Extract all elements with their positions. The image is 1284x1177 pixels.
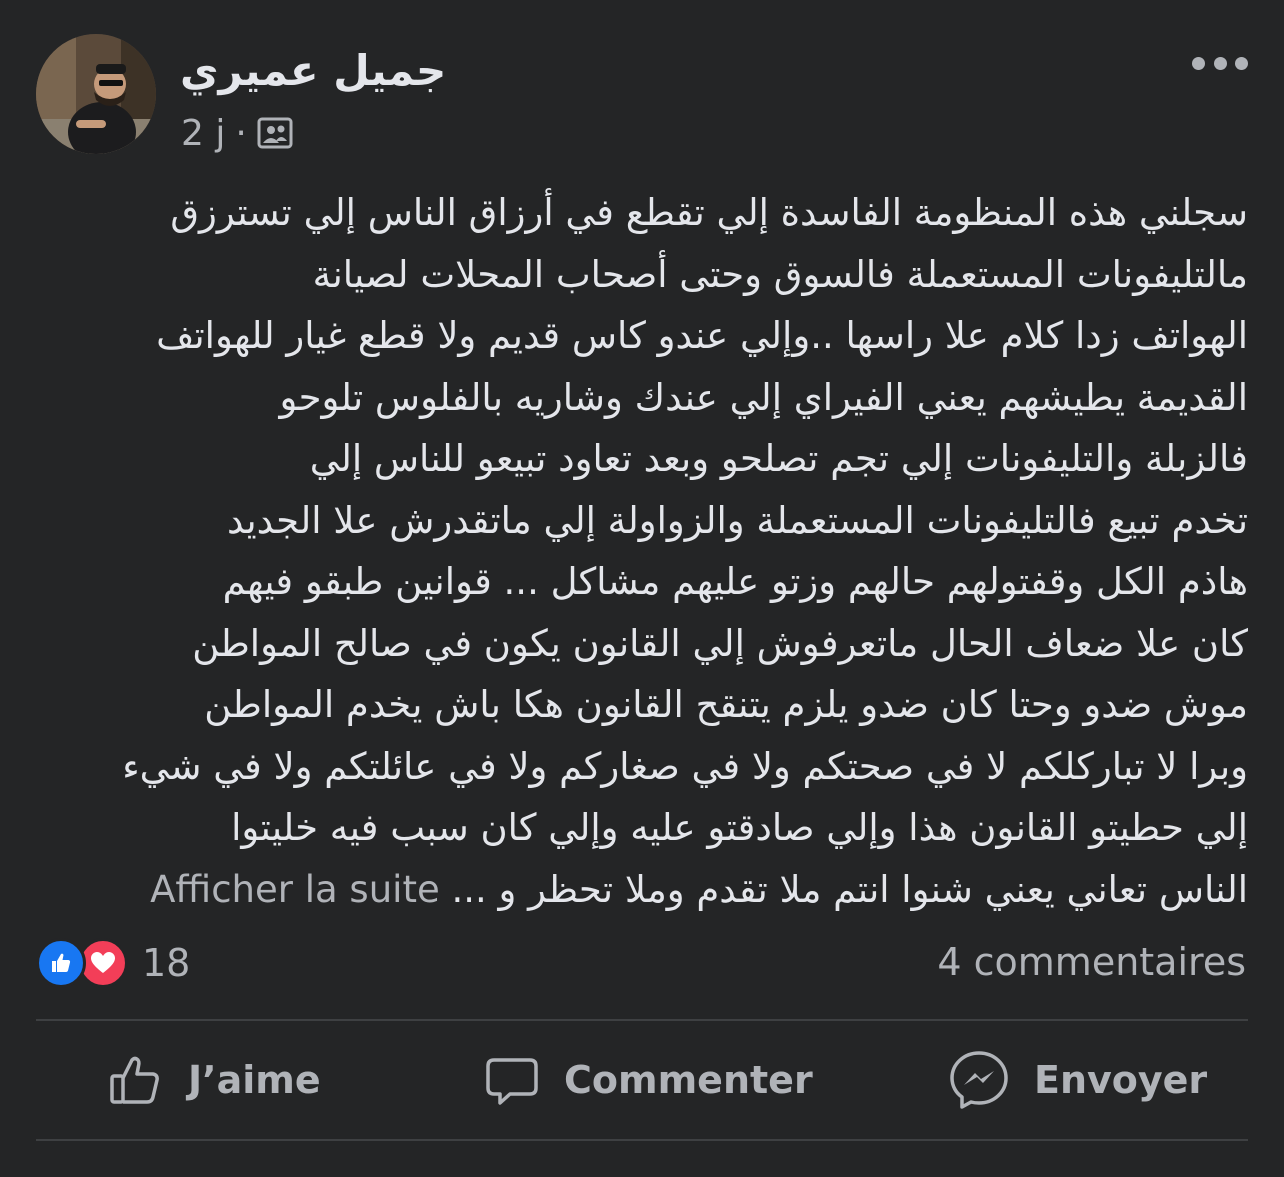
messenger-icon (950, 1051, 1008, 1109)
post-text-line: مالتليفونات المستعملة فالسوق وحتى أصحاب … (312, 252, 1248, 296)
author-name[interactable]: جميل عميري (180, 46, 446, 95)
send-button[interactable]: Envoyer (948, 1021, 1207, 1139)
comments-count-link[interactable]: 4 commentaires (937, 940, 1246, 984)
dot-icon (1192, 56, 1205, 70)
avatar[interactable] (36, 34, 156, 154)
post-text-line: تخدم تبيع فالتليفونات المستعملة والزواول… (226, 498, 1248, 542)
post-text-line: هاذم الكل وقفتولهم حالهم وزتو عليهم مشاك… (222, 560, 1248, 603)
dot-icon (1235, 56, 1248, 70)
action-bar: J’aime Commenter Envoyer (36, 1021, 1248, 1139)
post-text-line: القديمة يطيشهم يعني الفيراي إلي عندك وشا… (279, 375, 1249, 419)
post-text: سجلني هذه المنظومة الفاسدة إلي تقطع في أ… (36, 182, 1248, 920)
reactions-summary[interactable]: 18 (36, 938, 190, 988)
post-text-line: الناس تعاني يعني شنوا انتم ملا تقدم وملا… (451, 867, 1248, 911)
like-reaction-icon (36, 938, 86, 988)
post-text-line: إلي حطيتو القانون هذا وإلي صادقتو عليه و… (231, 806, 1248, 849)
like-label: J’aime (188, 1058, 321, 1102)
comment-bubble-icon (486, 1058, 538, 1105)
thumbs-up-icon (110, 1056, 159, 1104)
post-text-line: موش ضدو وحتا كان ضدو يلزم يتنقح القانون … (204, 683, 1248, 726)
post-card: جميل عميري 2 j · سجلني هذه المنظومة الفا… (0, 0, 1284, 1177)
friends-audience-icon[interactable] (257, 115, 293, 151)
see-more-link[interactable]: Afficher la suite (150, 868, 440, 911)
send-label: Envoyer (1034, 1058, 1208, 1102)
reaction-count: 18 (142, 941, 191, 985)
post-text-line: وبرا لا تباركلكم لا في صحتكم ولا في صغار… (122, 744, 1248, 788)
post-text-line: سجلني هذه المنظومة الفاسدة إلي تقطع في أ… (170, 191, 1248, 234)
post-text-line: كان علا ضعاف الحال ماتعرفوش إلي القانون … (192, 621, 1248, 665)
like-button[interactable]: J’aime (108, 1021, 321, 1139)
avatar-photo (36, 34, 156, 154)
post-time[interactable]: 2 j (181, 113, 225, 154)
post-text-line: فالزبلة والتليفونات إلي تجم تصلحو وبعد ت… (309, 437, 1248, 480)
meta-separator: · (235, 112, 247, 154)
post-meta: 2 j · (181, 110, 293, 156)
comment-button[interactable]: Commenter (484, 1021, 813, 1139)
divider (36, 1139, 1248, 1141)
post-text-last-line: الناس تعاني يعني شنوا انتم ملا تقدم وملا… (36, 859, 1248, 921)
comment-label: Commenter (564, 1058, 813, 1102)
more-options-button[interactable] (1192, 48, 1248, 78)
post-text-line: الهواتف زدا كلام علا راسها ..وإلي عندو ك… (156, 314, 1248, 357)
dot-icon (1213, 56, 1227, 70)
